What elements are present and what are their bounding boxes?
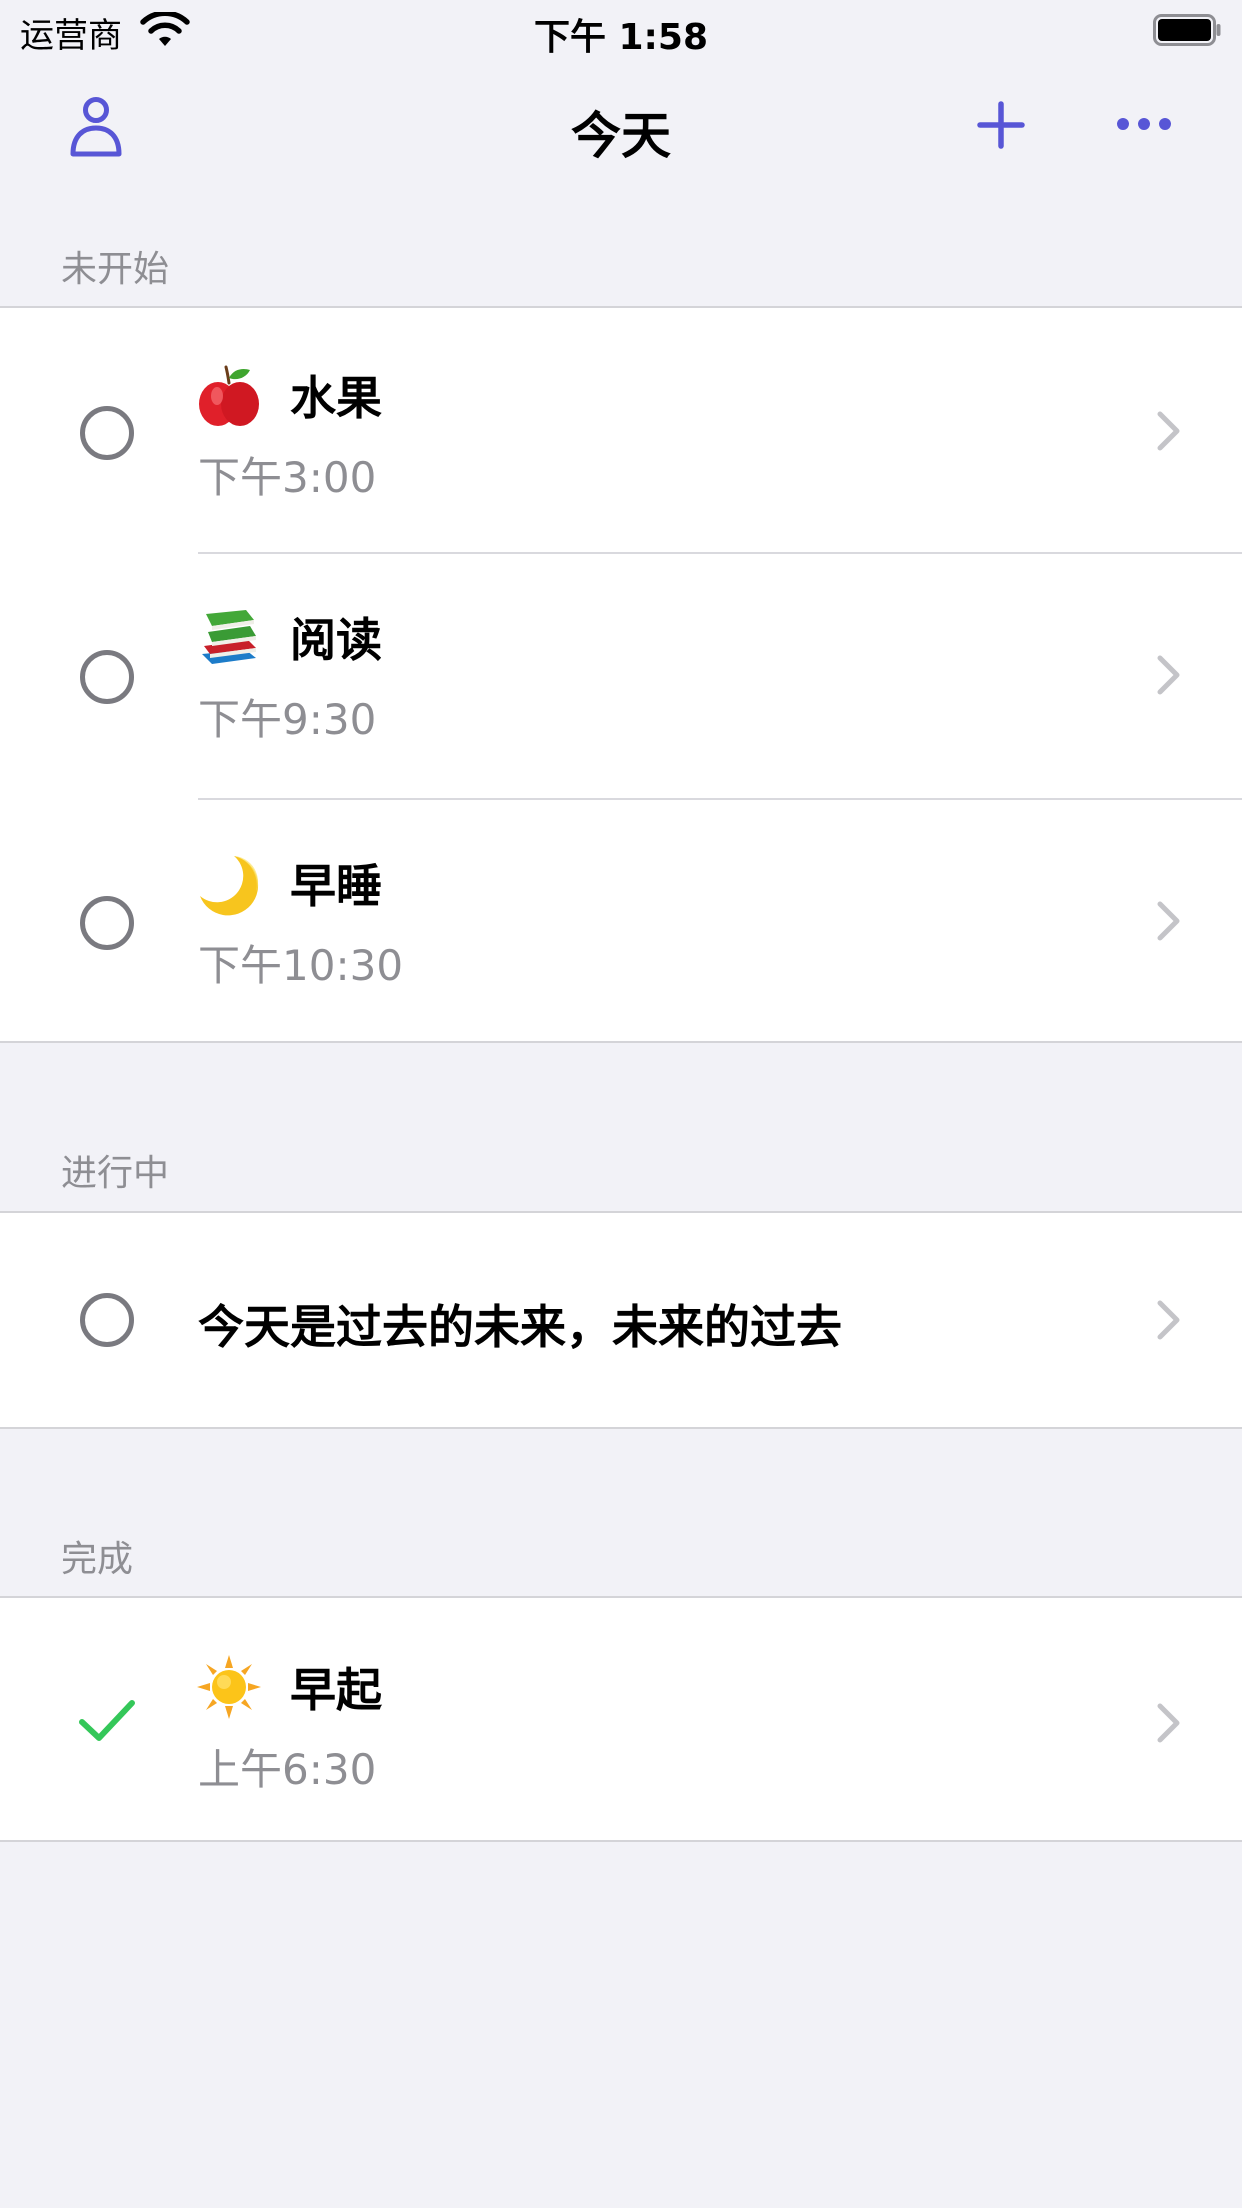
task-title: 阅读 <box>290 613 382 667</box>
status-time: 下午 1:58 <box>533 17 709 58</box>
battery-icon <box>1153 14 1221 46</box>
task-time: 上午6:30 <box>198 1745 377 1794</box>
checkbox-circle[interactable] <box>80 1293 134 1347</box>
task-time: 下午10:30 <box>198 941 404 990</box>
section-group-in-progress: 今天是过去的未来，未来的过去 <box>0 1211 1242 1429</box>
sun-emoji <box>197 1655 261 1719</box>
chevron-right-icon <box>1157 901 1180 941</box>
plus-icon <box>977 101 1025 149</box>
task-row[interactable]: 早起 上午6:30 <box>0 1598 1242 1840</box>
task-row[interactable]: 今天是过去的未来，未来的过去 <box>0 1213 1242 1427</box>
chevron-right-icon <box>1157 1703 1180 1743</box>
navigation-bar: 今天 <box>0 60 1242 190</box>
section-header-in-progress: 进行中 <box>61 1153 170 1194</box>
chevron-right-icon <box>1157 655 1180 695</box>
chevron-right-icon <box>1157 411 1180 451</box>
page-title: 今天 <box>571 107 671 165</box>
books-emoji <box>202 610 256 664</box>
chevron-right-icon <box>1157 1300 1180 1340</box>
section-group-done: 早起 上午6:30 <box>0 1596 1242 1842</box>
checkbox-circle[interactable] <box>80 650 134 704</box>
task-time: 下午3:00 <box>198 453 377 502</box>
task-row[interactable]: 水果 下午3:00 <box>0 308 1242 552</box>
task-title: 水果 <box>290 371 382 425</box>
more-icon <box>1117 118 1171 130</box>
section-header-not-started: 未开始 <box>61 249 170 290</box>
checkbox-circle[interactable] <box>80 896 134 950</box>
task-title: 早睡 <box>290 859 382 913</box>
add-button[interactable] <box>976 100 1026 150</box>
checkmark-icon[interactable] <box>78 1698 136 1744</box>
task-row[interactable]: 早睡 下午10:30 <box>0 800 1242 1043</box>
section-header-done: 完成 <box>61 1539 134 1580</box>
task-title: 早起 <box>290 1663 382 1717</box>
more-button[interactable] <box>1116 114 1172 134</box>
checkbox-circle[interactable] <box>80 406 134 460</box>
apple-emoji <box>199 365 259 426</box>
moon-emoji <box>200 856 259 916</box>
task-title: 今天是过去的未来，未来的过去 <box>198 1300 842 1354</box>
task-time: 下午9:30 <box>198 695 377 744</box>
status-bar: 运营商 下午 1:58 <box>0 0 1242 60</box>
section-group-not-started: 水果 下午3:00 阅读 下午9:30 早睡 下午10:30 <box>0 306 1242 1043</box>
task-row[interactable]: 阅读 下午9:30 <box>0 554 1242 798</box>
